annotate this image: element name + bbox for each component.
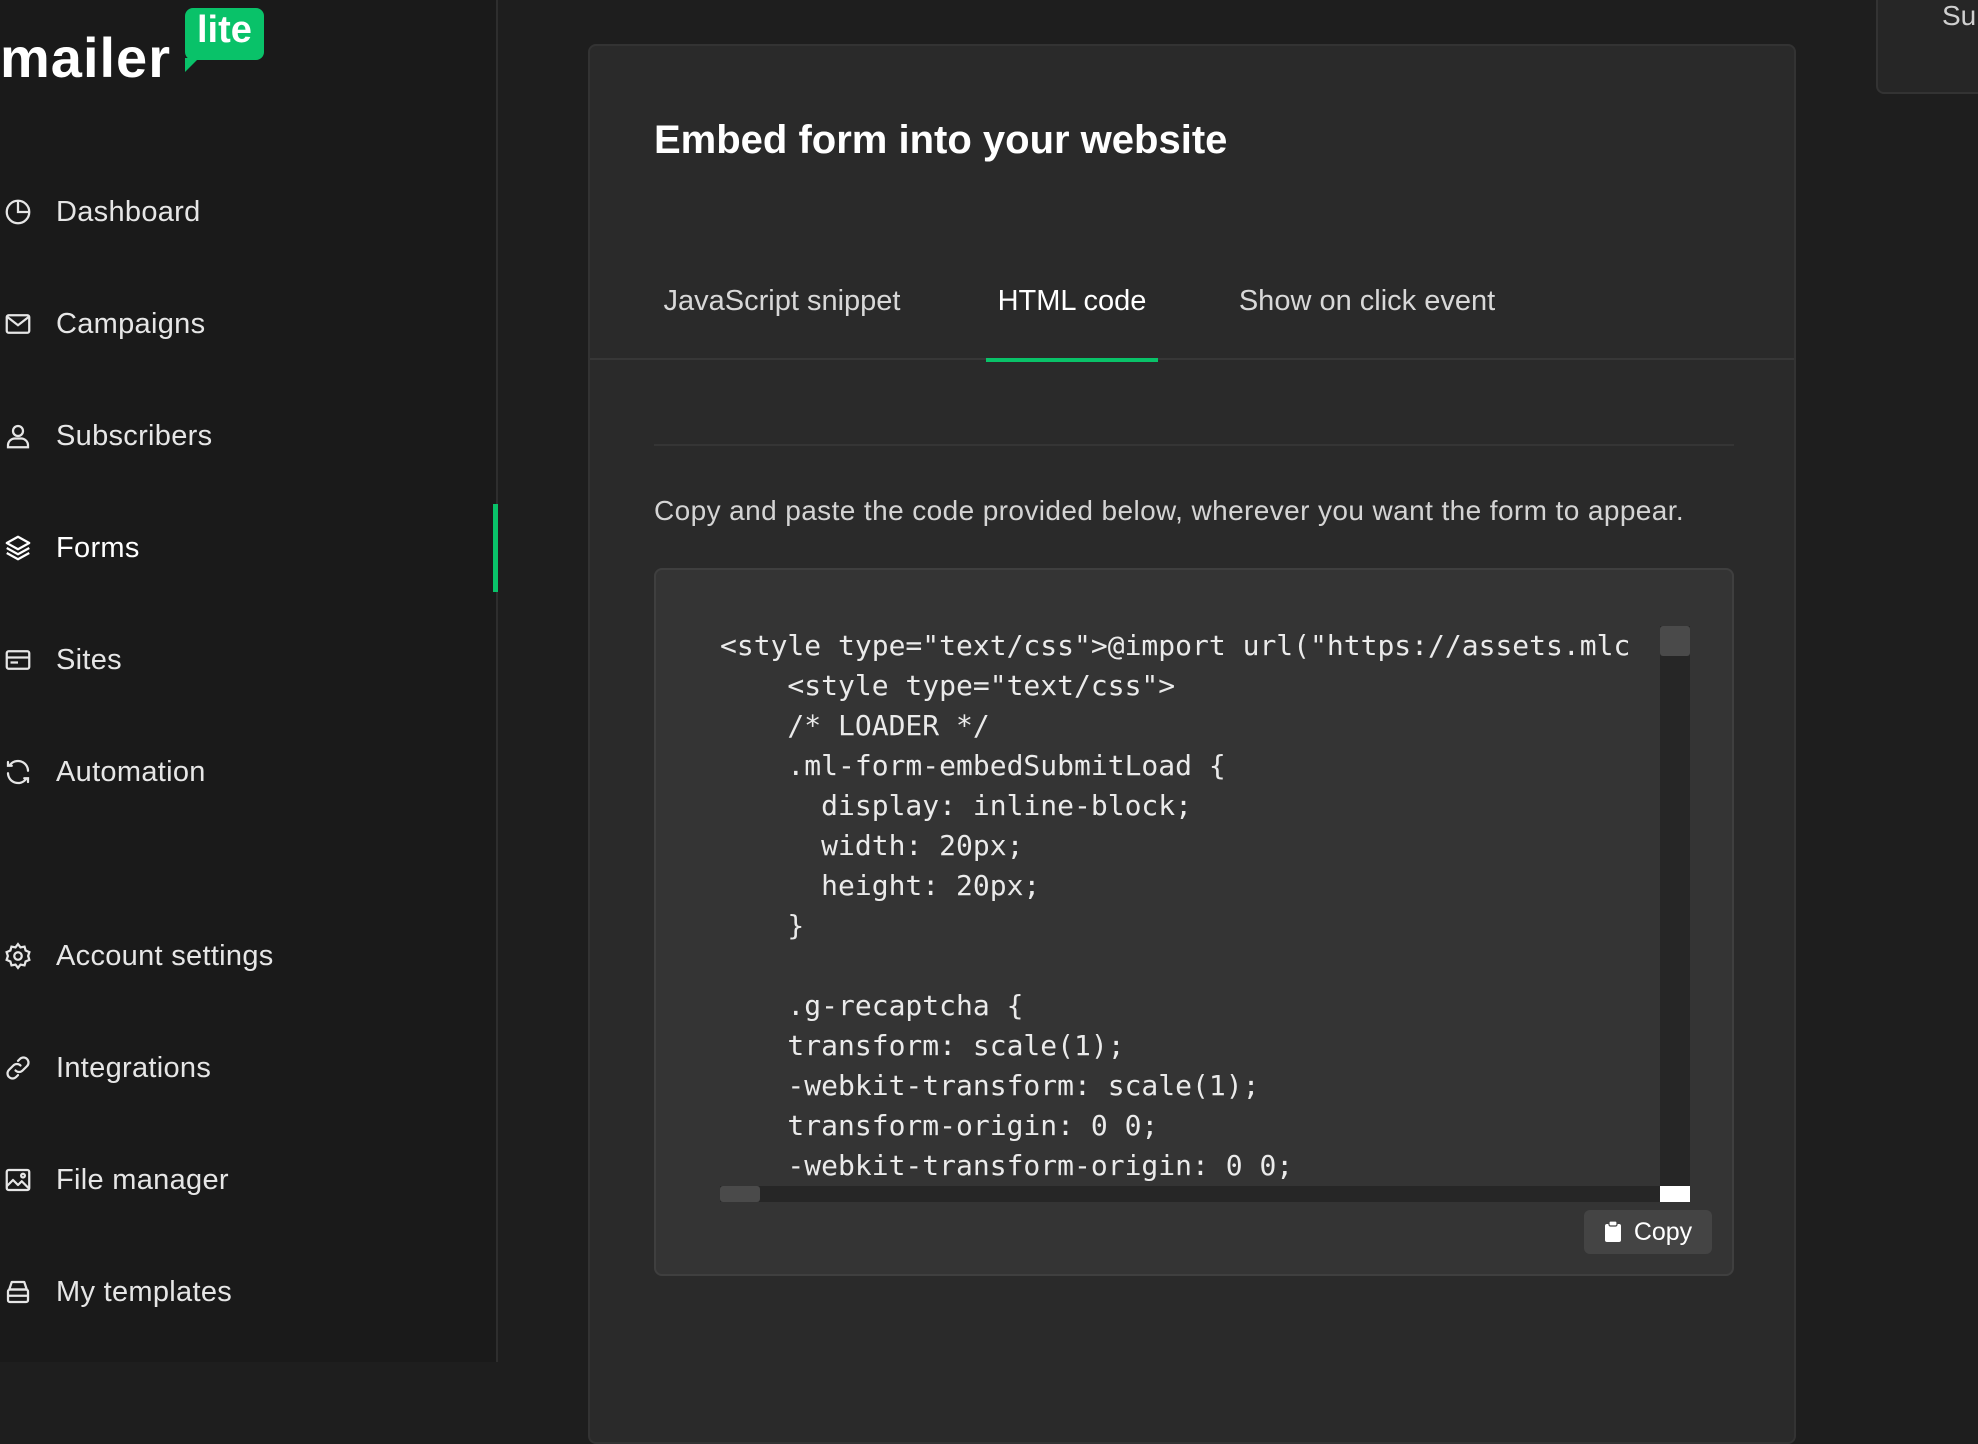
sidebar-item-dashboard[interactable]: Dashboard — [0, 182, 498, 242]
instruction-text: Copy and paste the code provided below, … — [654, 495, 1685, 526]
sidebar-item-sites[interactable]: Sites — [0, 630, 498, 690]
sidebar-item-forms[interactable]: Forms — [0, 518, 498, 578]
sidebar-item-my-templates[interactable]: My templates — [0, 1262, 498, 1322]
code-line: .ml-form-embedSubmitLoad { — [720, 749, 1226, 782]
logo-badge: lite — [185, 8, 264, 72]
stack-icon — [2, 1276, 34, 1308]
code-textarea[interactable]: <style type="text/css">@import url("http… — [720, 626, 1660, 1186]
copy-button-label: Copy — [1633, 1217, 1693, 1246]
sidebar-item-label: Automation — [56, 755, 206, 788]
sidebar: mailer lite Dashboard Campaigns Subscrib… — [0, 0, 498, 1362]
sidebar-item-file-manager[interactable]: File manager — [0, 1150, 498, 1210]
image-icon — [2, 1164, 34, 1196]
link-icon — [2, 1052, 34, 1084]
horizontal-scroll-thumb[interactable] — [720, 1186, 760, 1202]
code-line: <style type="text/css">@import url("http… — [720, 629, 1631, 662]
embed-tabs: JavaScript snippet HTML code Show on cli… — [590, 242, 1794, 362]
layers-icon — [2, 532, 34, 564]
scroll-corner — [1660, 1186, 1690, 1202]
gear-icon — [2, 940, 34, 972]
horizontal-scrollbar[interactable] — [720, 1186, 1660, 1202]
code-line: width: 20px; — [720, 829, 1024, 862]
sidebar-item-label: File manager — [56, 1163, 229, 1196]
sidebar-item-label: Integrations — [56, 1051, 212, 1084]
code-line: display: inline-block; — [720, 789, 1193, 822]
code-line: .g-recaptcha { — [720, 989, 1024, 1022]
sidebar-item-label: Sites — [56, 643, 122, 676]
dashboard-icon — [2, 196, 34, 228]
sidebar-item-label: Account settings — [56, 939, 274, 972]
side-panel-card: Su — [1876, 0, 1978, 94]
copy-button[interactable]: Copy — [1584, 1210, 1712, 1254]
code-line: } — [720, 909, 805, 942]
clipboard-icon — [1604, 1221, 1621, 1242]
mail-icon — [2, 308, 34, 340]
browser-icon — [2, 644, 34, 676]
code-line: -webkit-transform-origin: 0 0; — [720, 1149, 1294, 1182]
tab-javascript-snippet[interactable]: JavaScript snippet — [652, 242, 912, 360]
code-line: transform: scale(1); — [720, 1029, 1125, 1062]
tab-show-on-click-event[interactable]: Show on click event — [1226, 242, 1508, 360]
user-icon — [2, 420, 34, 452]
code-line: <style type="text/css"> — [720, 669, 1176, 702]
logo-wordmark: mailer — [0, 26, 171, 89]
sidebar-item-subscribers[interactable]: Subscribers — [0, 406, 498, 466]
tab-html-code[interactable]: HTML code — [986, 242, 1158, 362]
sidebar-item-label: Dashboard — [56, 195, 201, 228]
sidebar-item-label: Forms — [56, 531, 140, 564]
code-line: height: 20px; — [720, 869, 1041, 902]
refresh-icon — [2, 756, 34, 788]
code-line: /* LOADER */ — [720, 709, 990, 742]
active-indicator — [493, 504, 498, 592]
code-line: -webkit-transform: scale(1); — [720, 1069, 1260, 1102]
section-divider — [654, 444, 1734, 446]
sidebar-item-automation[interactable]: Automation — [0, 742, 498, 802]
sidebar-item-label: My templates — [56, 1275, 233, 1308]
vertical-scroll-thumb[interactable] — [1660, 626, 1690, 656]
vertical-scrollbar[interactable] — [1660, 626, 1690, 1186]
page-title: Embed form into your website — [654, 118, 1228, 162]
sidebar-item-account-settings[interactable]: Account settings — [0, 926, 498, 986]
code-line: transform-origin: 0 0; — [720, 1109, 1159, 1142]
sidebar-item-label: Campaigns — [56, 307, 206, 340]
sidebar-item-label: Subscribers — [56, 419, 213, 452]
sidebar-item-campaigns[interactable]: Campaigns — [0, 294, 498, 354]
sidebar-item-integrations[interactable]: Integrations — [0, 1038, 498, 1098]
side-panel-title: Su — [1942, 0, 1977, 31]
embed-form-card: Embed form into your website JavaScript … — [588, 44, 1796, 1444]
code-box: <style type="text/css">@import url("http… — [654, 568, 1734, 1276]
mailerlite-logo[interactable]: mailer lite — [0, 6, 264, 86]
